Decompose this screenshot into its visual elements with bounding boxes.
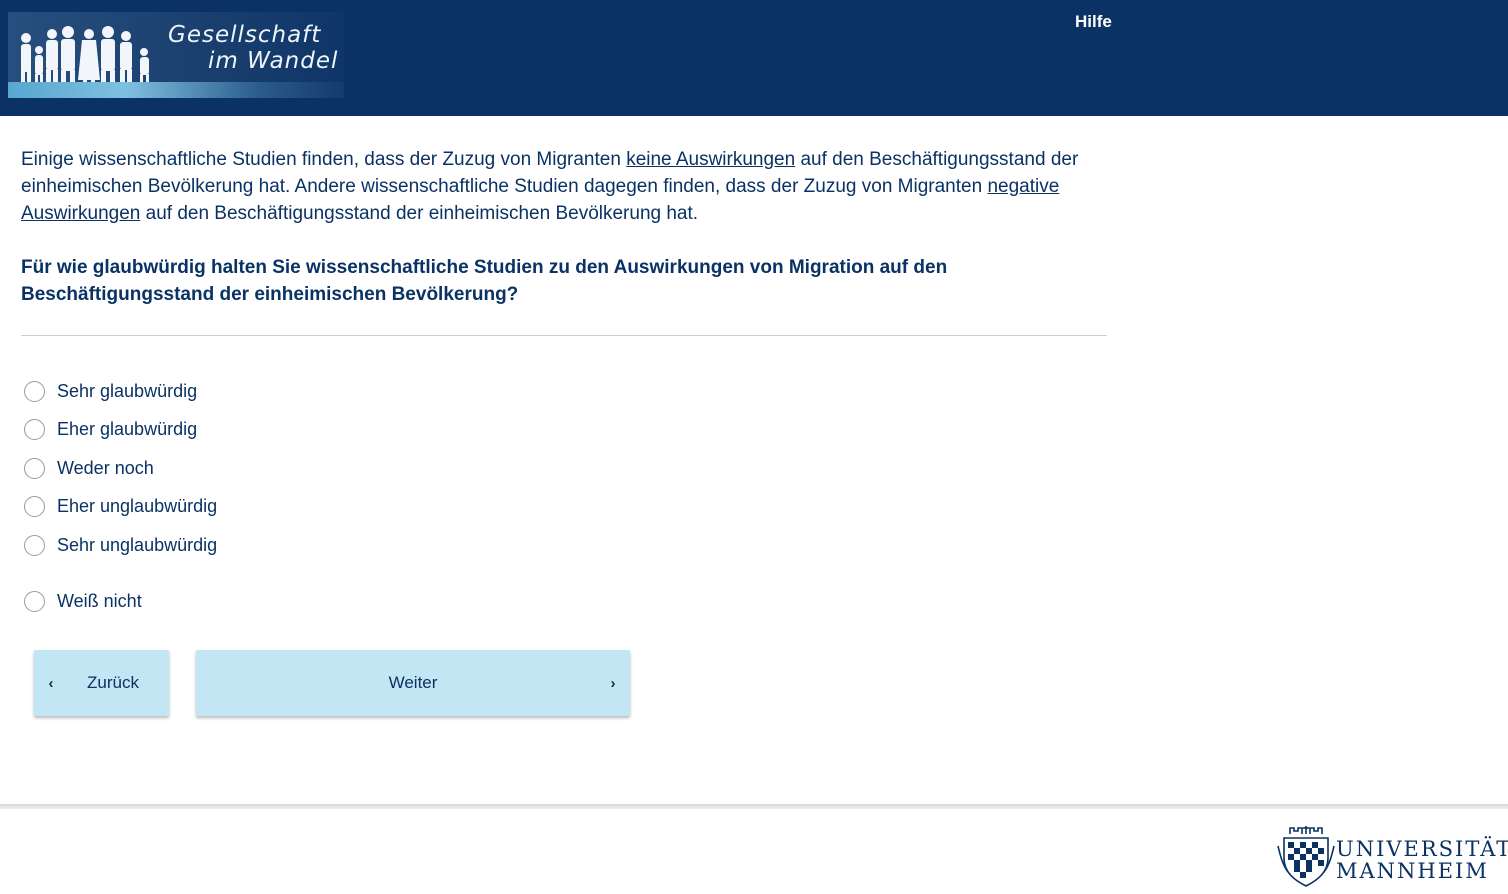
help-link[interactable]: Hilfe (1075, 12, 1112, 32)
option-label: Sehr unglaubwürdig (57, 534, 218, 555)
next-button-label: Weiter (388, 673, 438, 692)
university-name-line1: UNIVERSITÄT (1336, 837, 1508, 861)
site-header: Gesellschaft im Wandel Hilfe (0, 0, 1508, 116)
option-eher-unglaubwuerdig[interactable]: Eher unglaubwürdig (24, 489, 217, 523)
intro-text-part3: auf den Beschäftigungsstand der einheimi… (140, 203, 699, 224)
radio-button[interactable] (24, 418, 45, 440)
option-weder-noch[interactable]: Weder noch (24, 451, 154, 485)
radio-button[interactable] (24, 590, 45, 612)
footer-divider (0, 804, 1508, 809)
option-label: Eher glaubwürdig (57, 418, 198, 439)
university-name-line2: MANNHEIM (1336, 859, 1489, 883)
next-button[interactable]: Weiter › (196, 650, 630, 716)
radio-button[interactable] (24, 380, 45, 402)
logo-text-line1: Gesellschaft (168, 22, 322, 48)
chevron-right-icon: › (610, 674, 616, 692)
question-text: Für wie glaubwürdig halten Sie wissensch… (21, 257, 948, 305)
intro-emphasis-no-effect: keine Auswirkungen (626, 149, 796, 170)
option-weiss-nicht[interactable]: Weiß nicht (24, 584, 142, 618)
option-label: Weder noch (57, 457, 154, 478)
logo-text: Gesellschaft im Wandel (168, 22, 344, 82)
intro-text: Einige wissenschaftliche Studien finden,… (21, 146, 1111, 227)
radio-button[interactable] (24, 534, 45, 556)
gesellschaft-im-wandel-logo: Gesellschaft im Wandel (8, 12, 344, 98)
radio-button[interactable] (24, 457, 45, 479)
option-label: Eher unglaubwürdig (57, 495, 218, 516)
option-sehr-unglaubwuerdig[interactable]: Sehr unglaubwürdig (24, 528, 217, 562)
university-name: UNIVERSITÄT MANNHEIM (1336, 838, 1508, 882)
option-label: Sehr glaubwürdig (57, 380, 198, 401)
university-crest-icon (1277, 826, 1335, 887)
chevron-left-icon: ‹ (48, 674, 54, 692)
divider (21, 335, 1107, 336)
universitaet-mannheim-logo: UNIVERSITÄT MANNHEIM (1276, 824, 1508, 890)
back-button-label: Zurück (87, 673, 139, 692)
intro-text-part1: Einige wissenschaftliche Studien finden,… (21, 149, 627, 170)
option-label: Weiß nicht (57, 590, 142, 611)
radio-button[interactable] (24, 495, 45, 517)
logo-text-line2: im Wandel (208, 48, 339, 74)
option-eher-glaubwuerdig[interactable]: Eher glaubwürdig (24, 412, 197, 446)
back-button[interactable]: ‹ Zurück (34, 650, 169, 716)
logo-stripe (8, 82, 344, 98)
option-sehr-glaubwuerdig[interactable]: Sehr glaubwürdig (24, 374, 197, 408)
